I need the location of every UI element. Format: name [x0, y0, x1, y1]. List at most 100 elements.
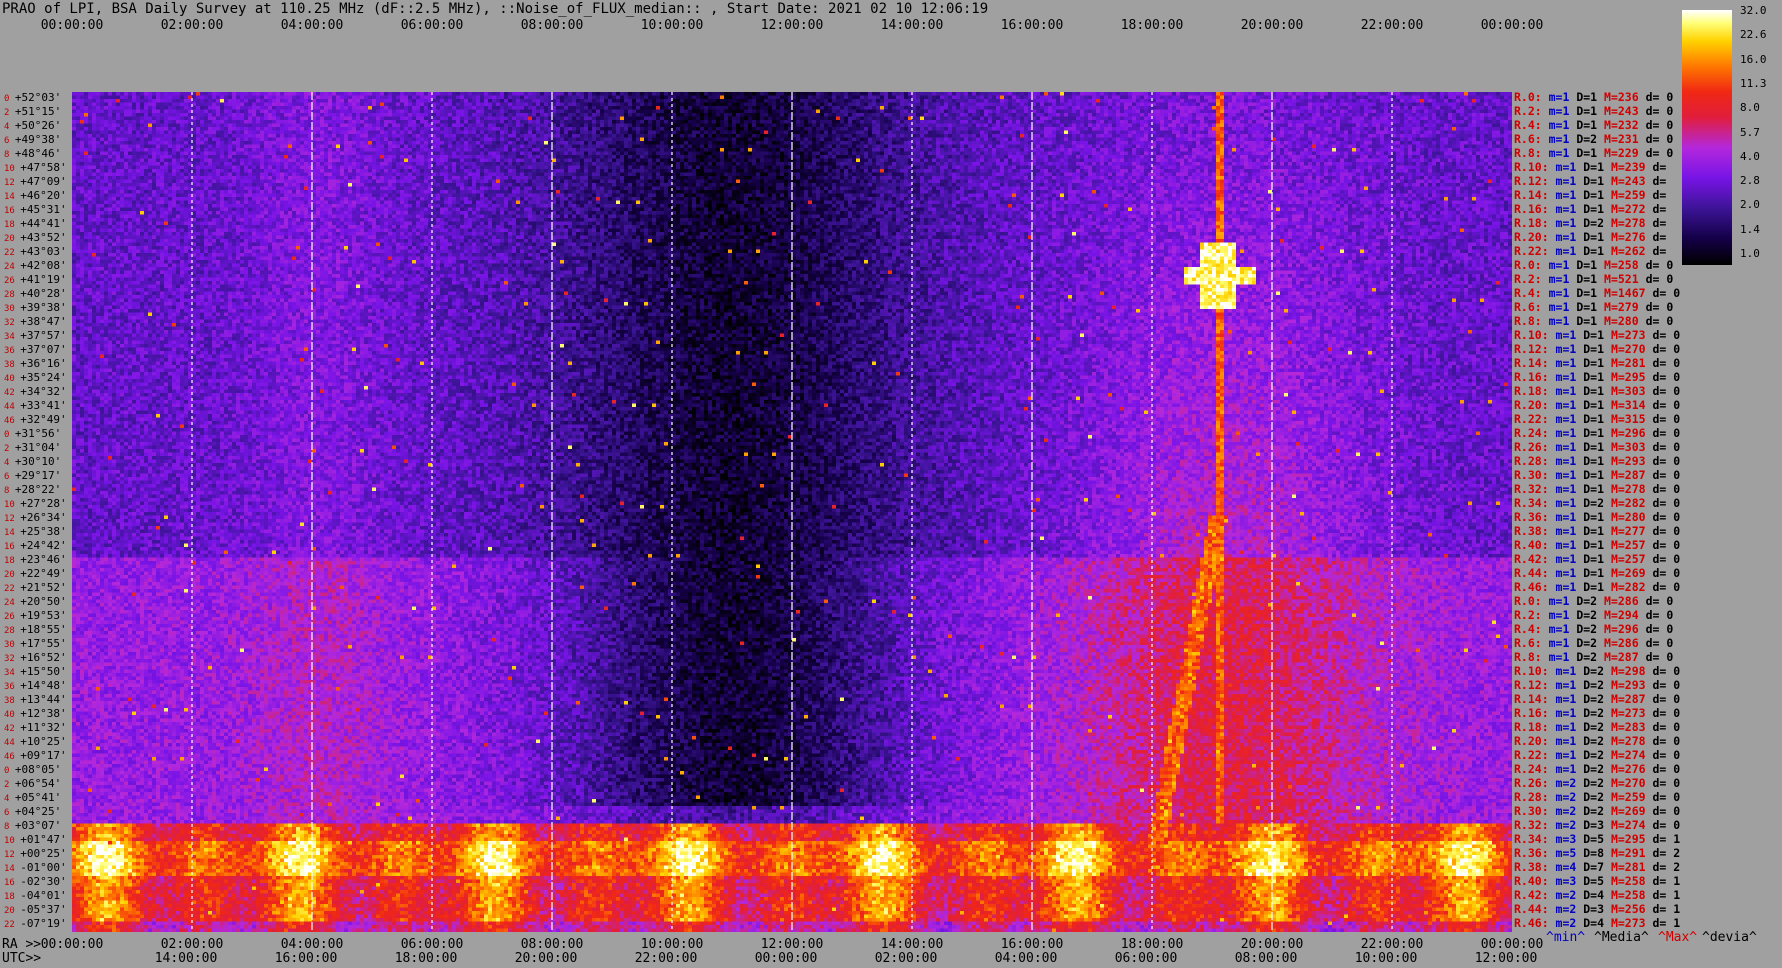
row-stat: R.2: m=1 D=1 M=243 d= 0 — [1514, 104, 1673, 118]
row-stat-max: M=286 — [1604, 636, 1646, 650]
utc-tick-label: 14:00:00 — [154, 951, 218, 966]
row-stat-r: R.16: — [1514, 202, 1556, 216]
declination-value: +05°41' — [14, 791, 62, 804]
colorbar-tick: 8.0 — [1740, 101, 1760, 115]
heatmap-plot — [72, 92, 1512, 932]
beam-index: 36 — [4, 682, 21, 692]
declination-label: 34 +37°57' — [4, 329, 72, 342]
row-stat-max: M=303 — [1610, 440, 1653, 454]
ra-tick-label: 22:00:00 — [1360, 937, 1424, 952]
row-stat-r: R.16: — [1514, 706, 1556, 720]
row-stat-min: m=2 — [1555, 902, 1584, 916]
row-stat-min: m=1 — [1555, 356, 1584, 370]
row-stat-min: m=1 — [1555, 174, 1584, 188]
row-stat-d: D=1 — [1583, 524, 1611, 538]
declination-value: +22°49' — [20, 567, 67, 580]
row-stat: R.22: m=1 D=2 M=274 d= 0 — [1514, 748, 1680, 762]
declination-value: +37°07' — [20, 343, 67, 356]
beam-index: 38 — [4, 696, 21, 706]
beam-index: 46 — [4, 752, 21, 762]
beam-index: 16 — [4, 206, 21, 216]
row-stat-min: m=1 — [1548, 104, 1577, 118]
row-stat-dev: d= 0 — [1652, 664, 1681, 678]
row-stat-d: D=1 — [1576, 300, 1605, 314]
row-stat-d: D=1 — [1583, 174, 1611, 188]
row-stat-max: M=277 — [1610, 524, 1653, 538]
row-stat: R.14: m=1 D=2 M=287 d= 0 — [1514, 692, 1680, 706]
row-stat-d: D=2 — [1583, 216, 1611, 230]
declination-value: +43°52' — [20, 231, 67, 244]
row-stat-r: R.8: — [1514, 314, 1549, 328]
row-stat-d: D=1 — [1583, 440, 1611, 454]
declination-label: 28 +40°28' — [4, 287, 72, 300]
row-stat-dev: d= 0 — [1652, 566, 1681, 580]
beam-index: 2 — [4, 108, 15, 118]
row-stat-d: D=2 — [1583, 692, 1611, 706]
declination-label: 46 +09°17' — [4, 749, 72, 762]
colorbar-tick: 2.8 — [1740, 174, 1760, 188]
declination-value: +01°47' — [20, 833, 67, 846]
ra-tick-label: 18:00:00 — [1120, 937, 1184, 952]
row-stat-dev: d= 0 — [1652, 580, 1681, 594]
ra-tick-label: 02:00:00 — [160, 937, 224, 952]
declination-value: -01°00' — [20, 861, 67, 874]
row-stat-dev: d= — [1652, 216, 1667, 230]
row-stat-dev: d= 0 — [1652, 482, 1681, 496]
declination-value: +14°48' — [20, 679, 67, 692]
declination-value: +19°53' — [20, 609, 67, 622]
row-stat-min: m=2 — [1555, 776, 1584, 790]
beam-index: 16 — [4, 542, 21, 552]
utc-tick-label: 10:00:00 — [1354, 951, 1418, 966]
top-tick-label: 00:00:00 — [1480, 18, 1544, 33]
declination-label: 12 +47°09' — [4, 175, 72, 188]
row-stat-min: m=1 — [1555, 692, 1584, 706]
row-stat-r: R.30: — [1514, 468, 1556, 482]
row-stat-r: R.26: — [1514, 440, 1556, 454]
row-stat-r: R.18: — [1514, 384, 1556, 398]
row-stat-dev: d= — [1652, 230, 1667, 244]
row-stat-min: m=1 — [1548, 286, 1577, 300]
row-stat: R.42: m=2 D=4 M=258 d= 1 — [1514, 888, 1680, 902]
row-stat-min: m=1 — [1548, 594, 1577, 608]
row-stat-max: M=286 — [1604, 594, 1646, 608]
row-stat-dev: d= 0 — [1652, 748, 1681, 762]
top-tick-label: 02:00:00 — [160, 18, 224, 33]
declination-value: +04°25' — [14, 805, 62, 818]
top-tick-label: 06:00:00 — [400, 18, 464, 33]
declination-value: +48°46' — [14, 147, 62, 160]
declination-value: +44°41' — [20, 217, 67, 230]
row-stat-dev: d= 0 — [1645, 608, 1674, 622]
row-stat-min: m=1 — [1555, 496, 1584, 510]
row-stat-d: D=5 — [1583, 832, 1611, 846]
row-stat: R.12: m=1 D=1 M=243 d= — [1514, 174, 1666, 188]
beam-index: 44 — [4, 402, 21, 412]
row-stat-min: m=1 — [1548, 608, 1577, 622]
declination-label: 46 +32°49' — [4, 413, 72, 426]
row-stat-d: D=1 — [1583, 328, 1611, 342]
declination-label: 0 +08°05' — [4, 763, 72, 776]
row-stat: R.32: m=2 D=3 M=274 d= 0 — [1514, 818, 1680, 832]
declination-label: 40 +12°38' — [4, 707, 72, 720]
beam-index: 14 — [4, 192, 21, 202]
row-stat-min: m=1 — [1555, 412, 1584, 426]
row-stat-r: R.36: — [1514, 846, 1556, 860]
beam-index: 24 — [4, 262, 21, 272]
row-stat: R.2: m=1 D=2 M=294 d= 0 — [1514, 608, 1673, 622]
row-stat-max: M=281 — [1610, 356, 1653, 370]
row-stat-max: M=239 — [1610, 160, 1653, 174]
declination-label: 30 +17°55' — [4, 637, 72, 650]
declination-value: +43°03' — [20, 245, 67, 258]
declination-value: +45°31' — [20, 203, 67, 216]
ra-tick-label: 00:00:00 — [40, 937, 104, 952]
row-stat-min: m=1 — [1548, 622, 1577, 636]
row-stat: R.30: m=1 D=1 M=287 d= 0 — [1514, 468, 1680, 482]
colorbar-tick: 2.0 — [1740, 198, 1760, 212]
declination-label: 6 +29°17' — [4, 469, 72, 482]
row-stat-min: m=1 — [1555, 664, 1584, 678]
row-stat: R.46: m=2 D=4 M=273 d= 1 — [1514, 916, 1680, 930]
beam-index: 20 — [4, 234, 21, 244]
row-stat: R.32: m=1 D=1 M=278 d= 0 — [1514, 482, 1680, 496]
declination-label: 44 +33°41' — [4, 399, 72, 412]
beam-index: 10 — [4, 164, 21, 174]
row-stat-r: R.38: — [1514, 860, 1556, 874]
